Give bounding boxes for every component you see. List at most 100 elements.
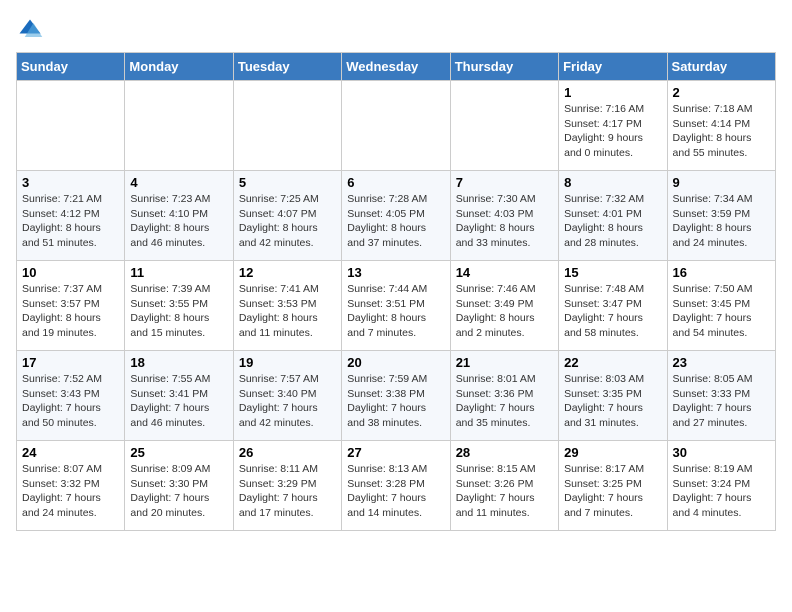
day-number: 5: [239, 175, 336, 190]
calendar-cell: 20 Sunrise: 7:59 AMSunset: 3:38 PMDayligh…: [342, 351, 450, 441]
calendar-cell: [17, 81, 125, 171]
calendar-table: SundayMondayTuesdayWednesdayThursdayFrid…: [16, 52, 776, 531]
calendar-cell: 9Sunrise: 7:34 AMSunset: 3:59 PMDaylight…: [667, 171, 775, 261]
calendar-cell: 23 Sunrise: 8:05 AMSunset: 3:33 PMDayligh…: [667, 351, 775, 441]
day-number: 14: [456, 265, 553, 280]
calendar-week-4: 17 Sunrise: 7:52 AMSunset: 3:43 PMDayligh…: [17, 351, 776, 441]
calendar-cell: [450, 81, 558, 171]
weekday-header-tuesday: Tuesday: [233, 53, 341, 81]
calendar-cell: 13 Sunrise: 7:44 AMSunset: 3:51 PMDayligh…: [342, 261, 450, 351]
calendar-cell: 18Sunrise: 7:55 AMSunset: 3:41 PMDayligh…: [125, 351, 233, 441]
day-info: Sunrise: 7:23 AMSunset: 4:10 PMDaylight:…: [130, 192, 227, 251]
calendar-cell: 16 Sunrise: 7:50 AMSunset: 3:45 PMDayligh…: [667, 261, 775, 351]
calendar-cell: 7 Sunrise: 7:30 AMSunset: 4:03 PMDaylight…: [450, 171, 558, 261]
day-info: Sunrise: 7:50 AMSunset: 3:45 PMDaylight:…: [673, 282, 770, 341]
calendar-cell: 17 Sunrise: 7:52 AMSunset: 3:43 PMDayligh…: [17, 351, 125, 441]
day-number: 1: [564, 85, 661, 100]
page-header: [16, 16, 776, 44]
day-number: 17: [22, 355, 119, 370]
calendar-week-2: 3Sunrise: 7:21 AMSunset: 4:12 PMDaylight…: [17, 171, 776, 261]
calendar-cell: 14 Sunrise: 7:46 AMSunset: 3:49 PMDayligh…: [450, 261, 558, 351]
day-info: Sunrise: 7:25 AMSunset: 4:07 PMDaylight:…: [239, 192, 336, 251]
calendar-cell: 4 Sunrise: 7:23 AMSunset: 4:10 PMDaylight…: [125, 171, 233, 261]
weekday-header-wednesday: Wednesday: [342, 53, 450, 81]
day-info: Sunrise: 7:37 AMSunset: 3:57 PMDaylight:…: [22, 282, 119, 341]
calendar-cell: 21 Sunrise: 8:01 AMSunset: 3:36 PMDayligh…: [450, 351, 558, 441]
weekday-header-friday: Friday: [559, 53, 667, 81]
day-info: Sunrise: 7:21 AMSunset: 4:12 PMDaylight:…: [22, 192, 119, 251]
day-number: 25: [130, 445, 227, 460]
calendar-cell: [125, 81, 233, 171]
weekday-header-thursday: Thursday: [450, 53, 558, 81]
day-info: Sunrise: 7:34 AMSunset: 3:59 PMDaylight:…: [673, 192, 770, 251]
day-number: 30: [673, 445, 770, 460]
day-number: 4: [130, 175, 227, 190]
day-info: Sunrise: 8:19 AMSunset: 3:24 PMDaylight:…: [673, 462, 770, 521]
day-info: Sunrise: 7:41 AMSunset: 3:53 PMDaylight:…: [239, 282, 336, 341]
day-number: 11: [130, 265, 227, 280]
calendar-cell: 1 Sunrise: 7:16 AMSunset: 4:17 PMDaylight…: [559, 81, 667, 171]
day-number: 29: [564, 445, 661, 460]
day-number: 22: [564, 355, 661, 370]
day-info: Sunrise: 8:07 AMSunset: 3:32 PMDaylight:…: [22, 462, 119, 521]
day-number: 13: [347, 265, 444, 280]
calendar-week-1: 1 Sunrise: 7:16 AMSunset: 4:17 PMDaylight…: [17, 81, 776, 171]
day-number: 2: [673, 85, 770, 100]
calendar-cell: 11 Sunrise: 7:39 AMSunset: 3:55 PMDayligh…: [125, 261, 233, 351]
calendar-week-5: 24 Sunrise: 8:07 AMSunset: 3:32 PMDayligh…: [17, 441, 776, 531]
calendar-cell: 26 Sunrise: 8:11 AMSunset: 3:29 PMDayligh…: [233, 441, 341, 531]
day-info: Sunrise: 8:15 AMSunset: 3:26 PMDaylight:…: [456, 462, 553, 521]
calendar-cell: 3Sunrise: 7:21 AMSunset: 4:12 PMDaylight…: [17, 171, 125, 261]
calendar-cell: 6 Sunrise: 7:28 AMSunset: 4:05 PMDaylight…: [342, 171, 450, 261]
weekday-header-monday: Monday: [125, 53, 233, 81]
calendar-cell: 25 Sunrise: 8:09 AMSunset: 3:30 PMDayligh…: [125, 441, 233, 531]
day-info: Sunrise: 8:03 AMSunset: 3:35 PMDaylight:…: [564, 372, 661, 431]
day-number: 16: [673, 265, 770, 280]
day-info: Sunrise: 7:57 AMSunset: 3:40 PMDaylight:…: [239, 372, 336, 431]
weekday-header-saturday: Saturday: [667, 53, 775, 81]
logo-icon: [16, 16, 44, 44]
calendar-cell: 10 Sunrise: 7:37 AMSunset: 3:57 PMDayligh…: [17, 261, 125, 351]
day-number: 15: [564, 265, 661, 280]
calendar-cell: [342, 81, 450, 171]
calendar-cell: 27Sunrise: 8:13 AMSunset: 3:28 PMDayligh…: [342, 441, 450, 531]
calendar-cell: [233, 81, 341, 171]
day-number: 26: [239, 445, 336, 460]
day-info: Sunrise: 7:30 AMSunset: 4:03 PMDaylight:…: [456, 192, 553, 251]
day-number: 8: [564, 175, 661, 190]
day-number: 24: [22, 445, 119, 460]
day-number: 12: [239, 265, 336, 280]
day-number: 6: [347, 175, 444, 190]
calendar-cell: 15 Sunrise: 7:48 AMSunset: 3:47 PMDayligh…: [559, 261, 667, 351]
day-info: Sunrise: 7:46 AMSunset: 3:49 PMDaylight:…: [456, 282, 553, 341]
day-info: Sunrise: 7:28 AMSunset: 4:05 PMDaylight:…: [347, 192, 444, 251]
day-info: Sunrise: 7:48 AMSunset: 3:47 PMDaylight:…: [564, 282, 661, 341]
day-number: 23: [673, 355, 770, 370]
day-number: 7: [456, 175, 553, 190]
day-number: 21: [456, 355, 553, 370]
day-number: 18: [130, 355, 227, 370]
day-info: Sunrise: 7:59 AMSunset: 3:38 PMDaylight:…: [347, 372, 444, 431]
day-info: Sunrise: 8:05 AMSunset: 3:33 PMDaylight:…: [673, 372, 770, 431]
day-info: Sunrise: 7:18 AMSunset: 4:14 PMDaylight:…: [673, 102, 770, 161]
calendar-week-3: 10 Sunrise: 7:37 AMSunset: 3:57 PMDayligh…: [17, 261, 776, 351]
day-number: 28: [456, 445, 553, 460]
day-info: Sunrise: 7:52 AMSunset: 3:43 PMDaylight:…: [22, 372, 119, 431]
logo: [16, 16, 48, 44]
day-info: Sunrise: 8:11 AMSunset: 3:29 PMDaylight:…: [239, 462, 336, 521]
day-info: Sunrise: 7:16 AMSunset: 4:17 PMDaylight:…: [564, 102, 661, 161]
calendar-cell: 8Sunrise: 7:32 AMSunset: 4:01 PMDaylight…: [559, 171, 667, 261]
calendar-cell: 29 Sunrise: 8:17 AMSunset: 3:25 PMDayligh…: [559, 441, 667, 531]
day-number: 20: [347, 355, 444, 370]
day-info: Sunrise: 7:44 AMSunset: 3:51 PMDaylight:…: [347, 282, 444, 341]
day-info: Sunrise: 8:17 AMSunset: 3:25 PMDaylight:…: [564, 462, 661, 521]
day-info: Sunrise: 7:39 AMSunset: 3:55 PMDaylight:…: [130, 282, 227, 341]
calendar-cell: 19Sunrise: 7:57 AMSunset: 3:40 PMDayligh…: [233, 351, 341, 441]
day-number: 10: [22, 265, 119, 280]
day-number: 27: [347, 445, 444, 460]
calendar-cell: 2 Sunrise: 7:18 AMSunset: 4:14 PMDaylight…: [667, 81, 775, 171]
calendar-cell: 5 Sunrise: 7:25 AMSunset: 4:07 PMDaylight…: [233, 171, 341, 261]
day-info: Sunrise: 8:09 AMSunset: 3:30 PMDaylight:…: [130, 462, 227, 521]
day-info: Sunrise: 8:01 AMSunset: 3:36 PMDaylight:…: [456, 372, 553, 431]
calendar-cell: 22 Sunrise: 8:03 AMSunset: 3:35 PMDayligh…: [559, 351, 667, 441]
